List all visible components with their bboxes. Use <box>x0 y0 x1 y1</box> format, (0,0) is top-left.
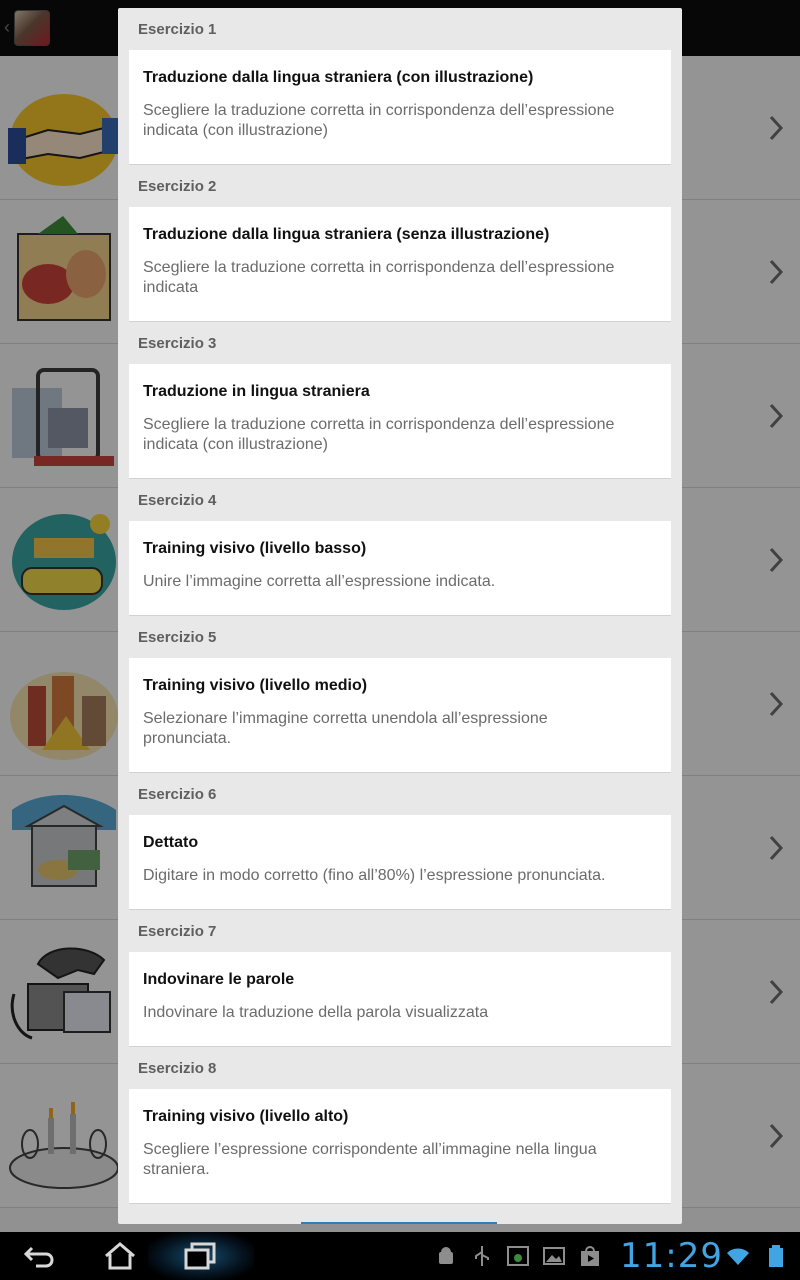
exercise-item-2[interactable]: Traduzione dalla lingua straniera (senza… <box>129 207 671 322</box>
back-button[interactable] <box>22 1240 58 1272</box>
description-line: indicata (con illustrazione) <box>143 436 328 453</box>
exercise-description: Scegliere la traduzione corretta in corr… <box>143 415 657 455</box>
section-header: Esercizio 2 <box>138 178 217 195</box>
screenshot-icon <box>506 1244 530 1268</box>
exercise-title: Training visivo (livello basso) <box>143 540 367 557</box>
exercise-description: Indovinare la traduzione della parola vi… <box>143 1004 489 1021</box>
system-bar: 11:29 <box>0 1232 800 1280</box>
store-icon <box>578 1244 602 1268</box>
section-header: Esercizio 1 <box>138 21 217 38</box>
exercise-title: Training visivo (livello medio) <box>143 677 368 694</box>
description-line: Scegliere la traduzione corretta in corr… <box>143 416 615 433</box>
exercise-description: Scegliere la traduzione corretta in corr… <box>143 101 657 141</box>
gallery-icon <box>542 1244 566 1268</box>
description-line: indicata (con illustrazione) <box>143 122 328 139</box>
description-line: Scegliere la traduzione corretta in corr… <box>143 259 615 276</box>
exercise-item-1[interactable]: Traduzione dalla lingua straniera (con i… <box>129 50 671 165</box>
home-button[interactable] <box>102 1240 138 1272</box>
exercise-item-6[interactable]: Dettato Digitare in modo corretto (fino … <box>129 815 671 910</box>
description-line: Scegliere l’espressione corrispondente a… <box>143 1141 597 1158</box>
exercise-item-3[interactable]: Traduzione in lingua straniera Scegliere… <box>129 364 671 479</box>
usb-icon <box>470 1244 494 1268</box>
android-debug-icon <box>434 1244 458 1268</box>
section-header: Esercizio 6 <box>138 786 217 803</box>
exercise-description: Scegliere la traduzione corretta in corr… <box>143 258 657 298</box>
description-line: indicata <box>143 279 199 296</box>
home-icon <box>105 1242 135 1270</box>
exercise-title: Dettato <box>143 834 199 851</box>
scroll-indicator <box>301 1222 497 1224</box>
recent-apps-button[interactable] <box>182 1240 218 1272</box>
description-line: Selezionare l’immagine corretta unendola… <box>143 710 548 727</box>
section-header: Esercizio 4 <box>138 492 217 509</box>
exercise-description: Scegliere l’espressione corrispondente a… <box>143 1140 657 1180</box>
exercise-title: Training visivo (livello alto) <box>143 1108 349 1125</box>
exercise-item-7[interactable]: Indovinare le parole Indovinare la tradu… <box>129 952 671 1047</box>
exercise-item-8[interactable]: Training visivo (livello alto) Scegliere… <box>129 1089 671 1204</box>
section-header: Esercizio 5 <box>138 629 217 646</box>
status-clock: 11:29 <box>620 1236 723 1276</box>
exercise-description: Selezionare l’immagine corretta unendola… <box>143 709 657 749</box>
back-icon <box>23 1246 54 1268</box>
section-header: Esercizio 7 <box>138 923 217 940</box>
exercise-item-5[interactable]: Training visivo (livello medio) Selezion… <box>129 658 671 773</box>
exercise-description: Digitare in modo corretto (fino all’80%)… <box>143 867 606 884</box>
section-header: Esercizio 8 <box>138 1060 217 1077</box>
exercise-title: Traduzione dalla lingua straniera (senza… <box>143 226 550 243</box>
wifi-icon <box>726 1244 750 1268</box>
exercise-title: Traduzione dalla lingua straniera (con i… <box>143 69 534 86</box>
description-line: straniera. <box>143 1161 210 1178</box>
exercise-description: Unire l’immagine corretta all’espression… <box>143 573 496 590</box>
section-header: Esercizio 3 <box>138 335 217 352</box>
battery-icon <box>764 1244 788 1268</box>
exercise-title: Indovinare le parole <box>143 971 295 988</box>
description-line: Scegliere la traduzione corretta in corr… <box>143 102 615 119</box>
exercise-item-4[interactable]: Training visivo (livello basso) Unire l’… <box>129 521 671 616</box>
description-line: pronunciata. <box>143 730 232 747</box>
recent-apps-icon <box>184 1242 216 1270</box>
exercise-title: Traduzione in lingua straniera <box>143 383 370 400</box>
exercise-dialog: Esercizio 1 Traduzione dalla lingua stra… <box>118 8 682 1224</box>
